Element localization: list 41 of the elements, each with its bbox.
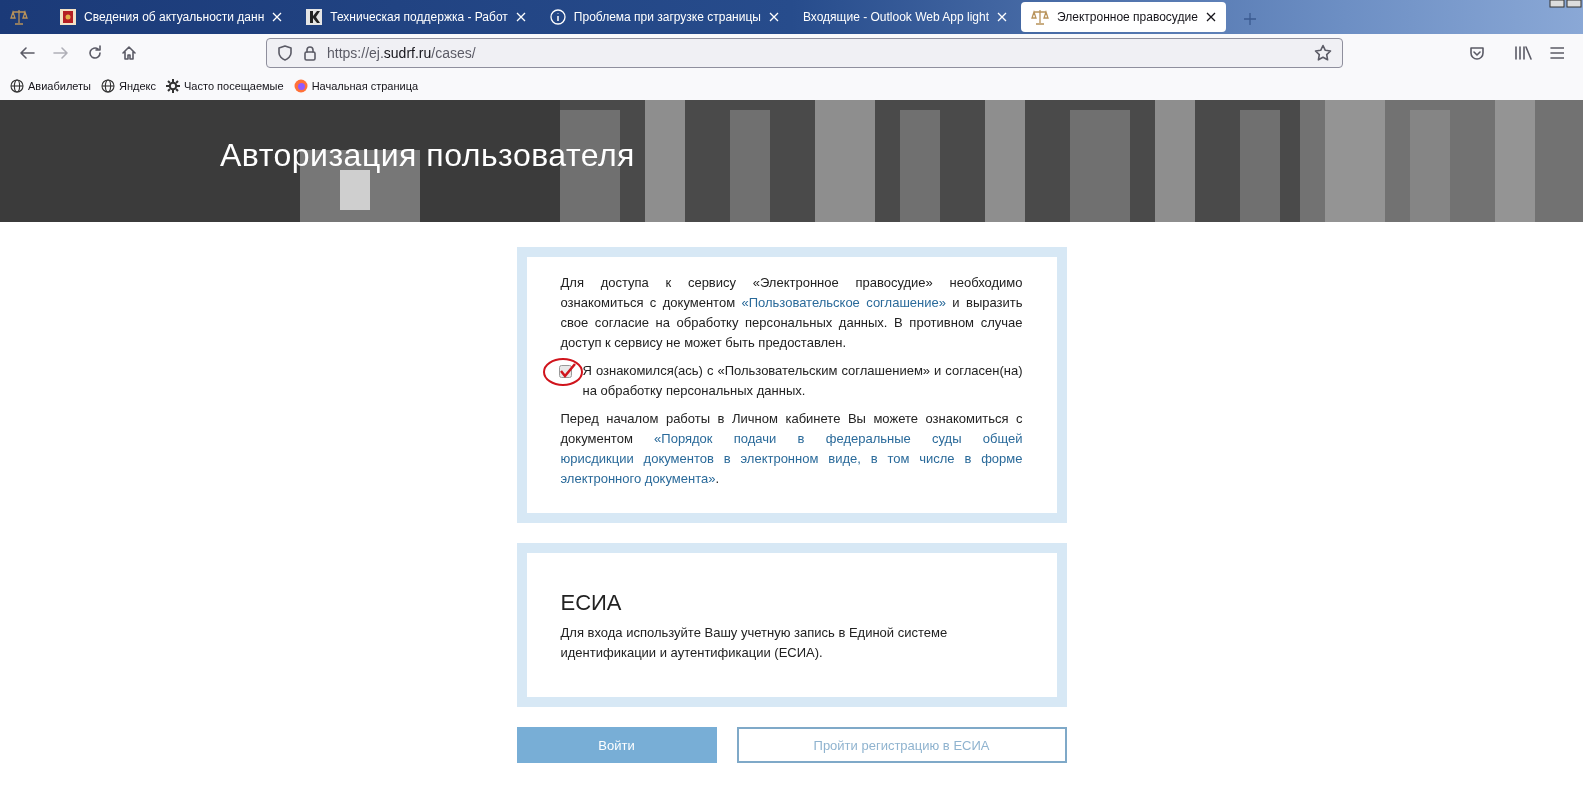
esia-description: Для входа используйте Вашу учетную запись в Единой системе идентификации и аутентификации (ЕСИА). <box>560 624 949 662</box>
browser-tab[interactable]: Входящие - Outlook Web App light <box>792 2 1017 32</box>
globe-icon <box>10 79 24 93</box>
document-link[interactable]: юрисдикции документов в электронном виде, в том числе в форме <box>560 451 1023 466</box>
settings-icon <box>166 79 180 93</box>
esia-title: ЕСИА <box>560 589 623 617</box>
consent-label: Я ознакомился(ась) с «Пользовательским соглашением» и согласен(на) на обработку персональных данных. <box>582 362 1023 400</box>
library-icon[interactable] <box>1514 45 1532 61</box>
bookmark-item[interactable]: Авиабилеты <box>10 79 91 93</box>
scales-icon <box>1031 9 1049 25</box>
address-bar[interactable]: https://ej.sudrf.ru/cases/ <box>266 38 1343 68</box>
lock-icon[interactable] <box>303 45 317 61</box>
browser-logo-icon <box>293 79 308 93</box>
scales-icon <box>10 9 28 25</box>
browser-tab[interactable]: Сведения об актуальности данн <box>50 2 293 32</box>
annotation-circle <box>542 357 583 387</box>
globe-icon <box>101 79 115 93</box>
home-icon[interactable] <box>121 45 137 61</box>
bookmark-item[interactable]: Начальная страница <box>293 79 419 93</box>
star-icon[interactable] <box>1314 44 1332 62</box>
browser-tab[interactable]: Техническая поддержка - Работ <box>296 2 536 32</box>
shield-icon[interactable] <box>277 45 293 61</box>
crest-icon <box>60 9 76 25</box>
pocket-icon[interactable] <box>1469 45 1485 61</box>
browser-tab[interactable]: Электронное правосудие <box>1021 2 1226 32</box>
browser-tab[interactable]: Проблема при загрузке страницы <box>539 2 789 32</box>
menu-icon[interactable] <box>1550 46 1564 60</box>
back-icon[interactable] <box>19 45 35 61</box>
bookmark-item[interactable]: Часто посещаемые <box>166 79 284 93</box>
document-link[interactable]: «Пользовательское соглашение» <box>741 295 946 310</box>
document-link[interactable]: «Порядок подачи в федеральные суды общей <box>654 431 1023 446</box>
window-controls-icon[interactable] <box>1549 0 1583 8</box>
paragraph: Перед началом работы в Личном кабинете Вы можете ознакомиться с документом «Порядок подачи в федеральные суды общей юрисдикции документов в электронном виде, в том числе в форме электронного документа». <box>560 410 1023 488</box>
paragraph: Для доступа к сервису «Электронное правосудие» необходимо ознакомиться с документом «Пользовательское соглашение» и выразить свое согласие на обработку персональных данных. В противном случае доступ к сервису не может быть предоставлен. <box>560 274 1023 352</box>
reload-icon[interactable] <box>87 45 103 61</box>
info-icon <box>549 9 566 25</box>
k-logo-icon <box>306 9 323 25</box>
consent-checkbox[interactable] <box>558 363 577 379</box>
bookmark-item[interactable]: Яндекс <box>101 79 156 93</box>
close-icon[interactable] <box>1205 12 1216 22</box>
page-title: Авторизация пользователя <box>220 136 635 174</box>
